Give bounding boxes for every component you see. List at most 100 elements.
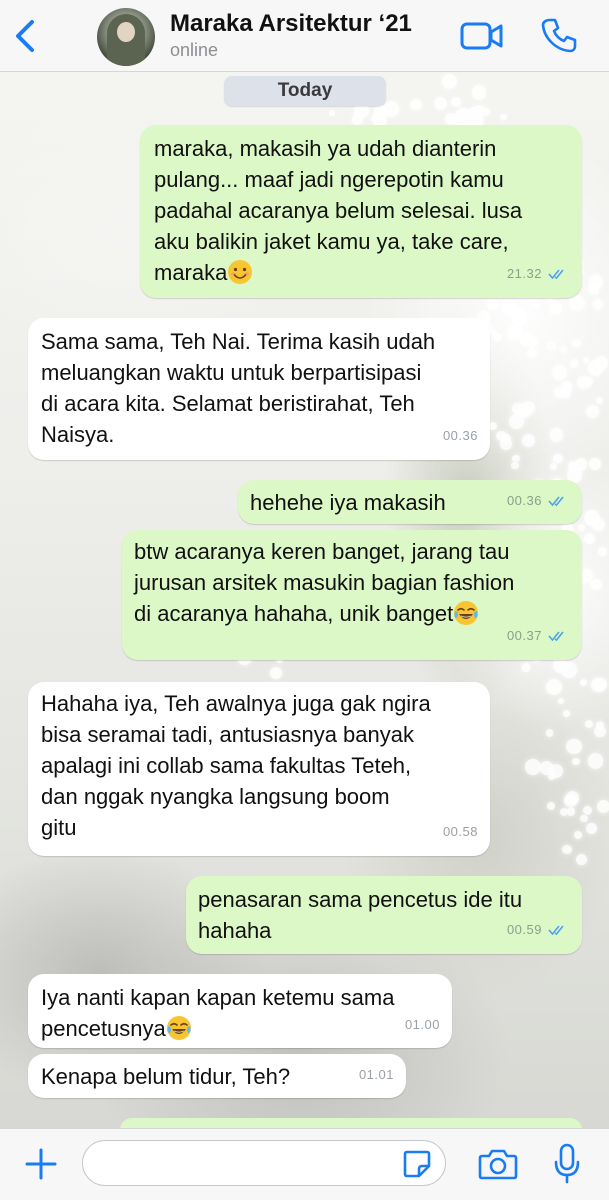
read-receipt-icon	[548, 268, 564, 279]
contact-name[interactable]: Maraka Arsitektur ‘21	[170, 10, 412, 38]
microphone-icon	[554, 1143, 580, 1184]
message-line: jurusan arsitek masukin bagian fashion	[134, 570, 515, 595]
wallpaper-flower	[410, 99, 422, 111]
smiling-face-icon	[228, 260, 253, 284]
wallpaper-flower	[572, 757, 580, 766]
microphone-button[interactable]	[553, 1143, 581, 1185]
message-meta: 01.01	[359, 1059, 394, 1090]
wallpaper-flower	[549, 428, 564, 443]
wallpaper-flower	[598, 547, 607, 556]
message-line: pencetusnya	[41, 1013, 394, 1044]
wallpaper-flower	[545, 678, 562, 695]
message-line: maraka, makasih ya udah dianterin	[154, 136, 497, 161]
message-line: hahaha	[198, 918, 272, 943]
back-button[interactable]	[10, 16, 40, 56]
message-time: 00.58	[442, 824, 478, 839]
message-input[interactable]	[82, 1140, 446, 1186]
contact-avatar[interactable]	[97, 8, 155, 66]
wallpaper-flower	[451, 97, 461, 107]
message-line: di acara kita. Selamat beristirahat, Teh	[41, 391, 415, 416]
voice-call-button[interactable]	[541, 17, 577, 53]
wallpaper-flower	[588, 458, 601, 471]
message-line: di acaranya hahaha, unik banget	[134, 598, 514, 629]
wallpaper-flower	[521, 663, 531, 672]
camera-button[interactable]	[478, 1147, 518, 1181]
sticker-button[interactable]	[402, 1149, 432, 1179]
message-bubble-incoming[interactable]: Kenapa belum tidur, Teh? 01.01	[28, 1054, 406, 1098]
message-line: gitu	[41, 815, 77, 840]
message-time: 01.01	[358, 1067, 394, 1082]
wallpaper-flower	[519, 403, 532, 417]
phone-icon	[541, 18, 577, 53]
wallpaper-flower	[506, 324, 522, 340]
wallpaper-flower	[582, 356, 589, 363]
message-text: Iya nanti kapan kapan ketemu sama pencet…	[41, 982, 394, 1044]
wallpaper-flower	[584, 532, 596, 544]
message-line: aku balikin jaket kamu ya, take care,	[154, 229, 509, 254]
contact-status: online	[170, 40, 219, 60]
message-bubble-incoming[interactable]: Hahaha iya, Teh awalnya juga gak ngira b…	[28, 682, 490, 856]
message-time: 00.36	[442, 428, 478, 443]
wallpaper-flower	[546, 341, 557, 351]
wallpaper-flower	[587, 360, 604, 376]
wallpaper-flower	[562, 845, 572, 855]
message-line: bisa seramai tadi, antusiasnya banyak	[41, 722, 414, 747]
wallpaper-flower	[564, 794, 578, 808]
message-text: maraka, makasih ya udah dianterin pulang…	[154, 133, 522, 288]
message-line-text: di acaranya hahaha, unik banget	[134, 601, 454, 626]
wallpaper-flower	[553, 454, 563, 464]
message-time: 00.36	[506, 493, 542, 508]
message-time: 01.00	[404, 1017, 440, 1032]
wallpaper-flower	[482, 108, 491, 117]
message-line: Sama sama, Teh Nai. Terima kasih udah	[41, 329, 436, 354]
wallpaper-flower	[525, 759, 541, 775]
wallpaper-flower	[579, 679, 587, 686]
message-bubble-outgoing[interactable]: maraka, makasih ya udah dianterin pulang…	[140, 125, 582, 298]
message-text: Sama sama, Teh Nai. Terima kasih udah me…	[41, 326, 435, 450]
message-bubble-incoming[interactable]: Sama sama, Teh Nai. Terima kasih udah me…	[28, 318, 490, 460]
wallpaper-flower	[546, 801, 556, 811]
wallpaper-flower	[584, 509, 601, 526]
message-bubble-outgoing[interactable]: penasaran sama pencetus ide itu hahaha 0…	[186, 876, 582, 954]
wallpaper-flower	[569, 359, 579, 369]
wallpaper-flower	[594, 725, 607, 738]
message-line: hehehe iya makasih	[250, 490, 446, 515]
camera-icon	[478, 1149, 518, 1180]
wallpaper-flower	[442, 74, 458, 90]
wallpaper-flower	[269, 667, 282, 679]
message-line: apalagi ini collab sama fakultas Teteh,	[41, 753, 412, 778]
date-separator: Today	[224, 76, 386, 106]
message-bubble-outgoing[interactable]: btw acaranya keren banget, jarang tau ju…	[122, 530, 582, 660]
wallpaper-flower	[559, 808, 568, 817]
message-meta: 21.32	[507, 258, 568, 289]
wallpaper-flower	[468, 107, 482, 121]
message-line: Hahaha iya, Teh awalnya juga gak ngira	[41, 691, 431, 716]
wallpaper-flower	[594, 678, 607, 691]
wallpaper-flower	[557, 697, 564, 704]
message-line: Iya nanti kapan kapan ketemu sama	[41, 985, 395, 1010]
video-camera-icon	[460, 22, 503, 50]
attach-button[interactable]	[24, 1147, 58, 1181]
message-bubble-outgoing[interactable]: hehehe iya makasih 00.36	[238, 480, 582, 524]
video-call-button[interactable]	[460, 20, 504, 52]
message-meta: 00.36	[443, 420, 478, 451]
sticker-icon	[403, 1150, 431, 1178]
wallpaper-flower	[595, 396, 604, 404]
wallpaper-flower	[569, 295, 586, 311]
message-line: Naisya.	[41, 422, 115, 447]
wallpaper-flower	[500, 438, 512, 450]
message-bubble-incoming[interactable]: Iya nanti kapan kapan ketemu sama pencet…	[28, 974, 452, 1048]
read-receipt-icon	[548, 924, 564, 935]
wallpaper-flower	[501, 299, 517, 316]
plus-icon	[25, 1148, 57, 1180]
message-line: meluangkan waktu untuk berpartisipasi	[41, 360, 422, 385]
wallpaper-flower	[499, 113, 507, 121]
wallpaper-flower	[592, 299, 604, 310]
wallpaper-flower	[574, 831, 582, 839]
wallpaper-flower	[566, 807, 576, 816]
wallpaper-flower	[587, 753, 604, 769]
message-line: btw acaranya keren banget, jarang tau	[134, 539, 510, 564]
message-line-text: pencetusnya	[41, 1016, 166, 1041]
message-line: padahal acaranya belum selesai. lusa	[154, 198, 523, 223]
wallpaper-flower	[591, 579, 602, 590]
